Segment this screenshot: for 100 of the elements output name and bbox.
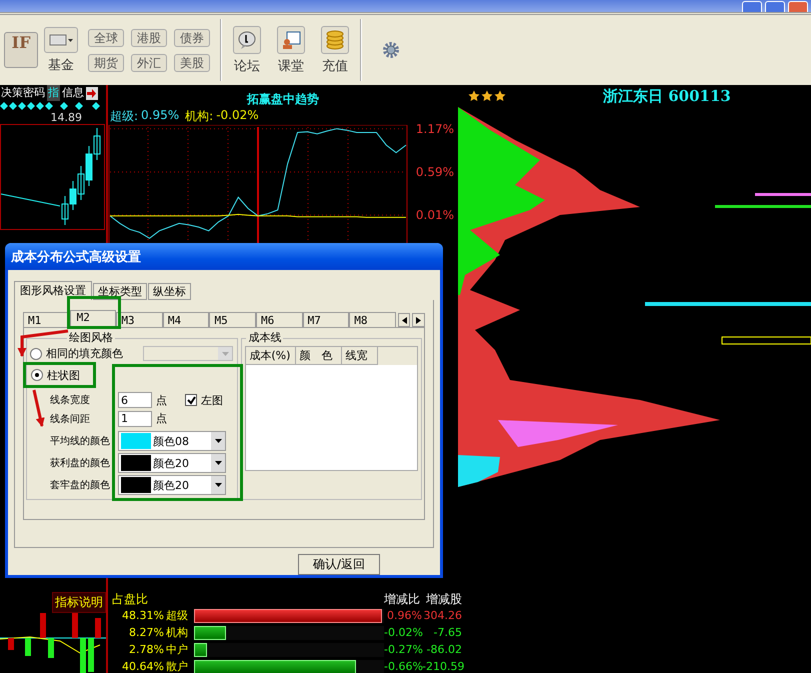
annotation-arrow — [18, 330, 68, 357]
caret-icon — [222, 352, 229, 356]
coin-stack-icon — [325, 30, 345, 50]
settings-icon[interactable] — [382, 41, 400, 59]
banknote-icon — [49, 32, 73, 46]
exit-icon[interactable] — [86, 86, 98, 100]
dialog-tab[interactable]: 纵坐标 — [148, 283, 191, 300]
right-triangle-icon — [416, 316, 422, 324]
shares-text: 304.26 — [422, 608, 462, 622]
panel-tab[interactable]: 信息 — [61, 85, 85, 101]
toolbar-button[interactable] — [233, 26, 261, 54]
toolbar-label: 充值 — [322, 58, 348, 74]
line-width-input[interactable]: 6 — [118, 392, 152, 408]
shares-text: -86.02 — [426, 642, 462, 656]
fund-label: 基金 — [48, 56, 74, 74]
scroll-left-button[interactable] — [398, 313, 410, 327]
percent-text: 8.27% — [128, 626, 164, 640]
field-label: 平均线的颜色 — [50, 434, 111, 448]
indicator-legend: 指标说明 — [52, 592, 106, 613]
dialog-tab[interactable]: 图形风格设置 — [14, 281, 92, 300]
axis-label: 0.01% — [416, 208, 454, 222]
column-header: 颜 色 — [296, 347, 342, 365]
formula-tab[interactable]: M4 — [162, 312, 210, 327]
formula-tab[interactable]: M6 — [256, 312, 303, 327]
chart-title: 拓赢盘中趋势 — [247, 91, 319, 108]
change-text: -0.02% — [384, 626, 422, 640]
legend-label: 机构: — [185, 108, 214, 125]
category-label: 机构 — [165, 626, 189, 640]
toolbar-label: 论坛 — [234, 58, 260, 74]
market-button[interactable]: 债券 — [174, 28, 210, 46]
price-label: 14.89 — [50, 111, 82, 124]
line-spacing-input[interactable]: 1 — [118, 410, 152, 427]
column-header: 线宽 — [342, 347, 378, 365]
color-dropdown[interactable]: 颜色20 — [118, 453, 226, 474]
dialog-tab[interactable]: 坐标类型 — [93, 283, 147, 300]
close-button[interactable] — [788, 1, 808, 12]
checkmark-icon — [186, 396, 196, 404]
shares-text: -7.65 — [432, 626, 462, 640]
toolbar-button[interactable] — [321, 26, 349, 54]
logo: IF — [4, 32, 38, 68]
fill-color-dropdown[interactable] — [143, 346, 234, 361]
column-header: 增减股 — [425, 592, 462, 606]
group-title: 绘图风格 — [67, 331, 115, 345]
legend-value: 0.95% — [141, 108, 180, 124]
category-label: 中户 — [165, 642, 189, 656]
change-text: -0.66% — [384, 660, 422, 673]
market-button[interactable]: 港股 — [131, 28, 167, 46]
market-button[interactable]: 全球 — [88, 28, 124, 46]
formula-tab[interactable]: M1 — [23, 312, 70, 327]
panel-tab[interactable]: 指 — [47, 85, 60, 101]
checkbox[interactable] — [185, 394, 197, 406]
formula-tab[interactable]: M8 — [349, 312, 396, 327]
market-button[interactable]: 外汇 — [131, 54, 167, 72]
formula-tab[interactable]: M2 — [70, 310, 116, 327]
column-header: 占盘比 — [112, 592, 149, 606]
axis-label: 1.17% — [416, 122, 454, 136]
unit-label: 点 — [156, 411, 167, 426]
category-label: 散户 — [165, 660, 189, 673]
change-text: 0.96% — [386, 608, 422, 622]
unit-label: 点 — [156, 392, 167, 408]
scroll-right-button[interactable] — [412, 313, 425, 327]
checkbox-label: 左图 — [201, 392, 223, 408]
category-label: 超级 — [165, 608, 189, 622]
shares-text: -210.59 — [422, 660, 462, 673]
confirm-button[interactable]: 确认/返回 — [298, 554, 380, 575]
percent-text: 2.78% — [128, 642, 164, 656]
legend-label: 超级: — [110, 108, 138, 125]
column-header: 增减比 — [384, 592, 421, 606]
radio-button[interactable] — [30, 348, 42, 360]
panel-tab[interactable]: 决策密码 — [0, 85, 46, 101]
toolbar-button[interactable] — [277, 26, 305, 54]
formula-tab[interactable]: M5 — [209, 312, 256, 327]
field-label: 线条间距 — [50, 412, 91, 426]
percent-text: 40.64% — [121, 660, 164, 673]
fund-dropdown-button[interactable] — [44, 26, 78, 52]
stock-title: 浙江东日 600113 — [603, 86, 731, 106]
group-title: 成本线 — [246, 331, 284, 345]
formula-tab[interactable]: M3 — [116, 312, 163, 327]
radio-button[interactable] — [31, 369, 43, 382]
percent-text: 48.31% — [121, 608, 164, 622]
annotation-arrow — [32, 390, 45, 427]
color-dropdown[interactable]: 颜色20 — [118, 475, 226, 496]
left-triangle-icon — [402, 316, 407, 324]
column-header: 成本(%) — [246, 347, 296, 365]
formula-tab[interactable]: M7 — [302, 312, 350, 327]
color-dropdown[interactable]: 颜色08 — [118, 431, 226, 452]
axis-label: 0.59% — [416, 164, 454, 179]
legend-value: -0.02% — [216, 108, 259, 124]
minimize-button[interactable] — [742, 1, 762, 12]
market-button[interactable]: 期货 — [88, 54, 124, 72]
change-text: -0.27% — [384, 642, 422, 656]
maximize-button[interactable] — [765, 1, 785, 12]
caret-icon — [214, 483, 222, 488]
field-label: 获利盘的颜色 — [50, 456, 111, 470]
option-label: 柱状图 — [47, 368, 80, 383]
dialog-title: 成本分布公式高级设置 — [5, 243, 443, 270]
speech-bubble-icon — [237, 30, 257, 50]
caret-icon — [214, 461, 222, 466]
classroom-board-icon — [281, 30, 301, 50]
market-button[interactable]: 美股 — [174, 54, 210, 72]
